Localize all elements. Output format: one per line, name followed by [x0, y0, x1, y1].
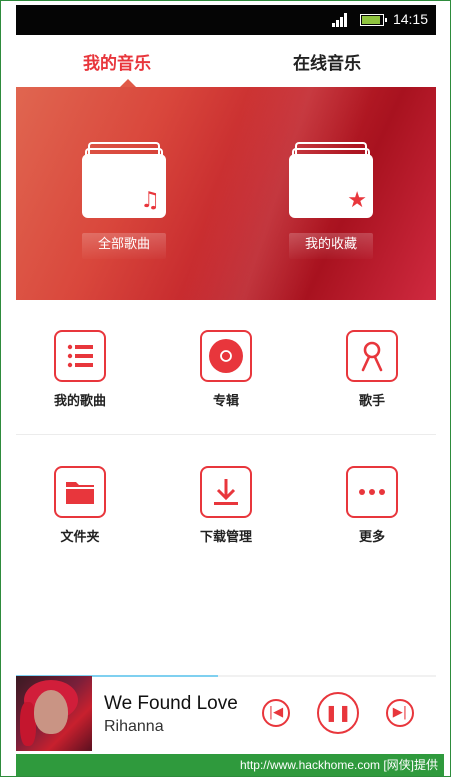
previous-icon: |◀ [268, 705, 284, 720]
grid-label: 歌手 [358, 394, 385, 409]
tab-bar: 我的音乐 在线音乐 [16, 35, 436, 87]
previous-button[interactable]: |◀ [262, 699, 290, 727]
favorites-card[interactable]: ★ [289, 142, 373, 234]
album-cover[interactable] [16, 676, 92, 751]
grid-label: 文件夹 [60, 530, 100, 545]
status-time: 14:15 [392, 11, 428, 27]
pause-icon: ❚❚ [324, 703, 352, 722]
song-title: We Found Love [104, 693, 238, 714]
tab-my-music[interactable]: 我的音乐 [83, 49, 151, 74]
watermark: http://www.hackhome.com [网侠]提供 [16, 754, 444, 776]
singer-icon [346, 330, 398, 382]
all-songs-label[interactable]: 全部歌曲 [82, 233, 166, 259]
grid-item-singers[interactable]: 歌手 [322, 330, 422, 409]
grid-label: 下载管理 [199, 530, 252, 545]
pause-button[interactable]: ❚❚ [317, 692, 359, 734]
banner: ♫ 全部歌曲 ★ 我的收藏 [16, 87, 436, 300]
grid-item-more[interactable]: 更多 [322, 466, 422, 545]
grid-label: 我的歌曲 [53, 394, 106, 409]
download-icon [200, 466, 252, 518]
next-icon: ▶| [392, 705, 408, 720]
all-songs-card[interactable]: ♫ [82, 142, 166, 234]
star-icon: ★ [347, 188, 367, 213]
list-icon [54, 330, 106, 382]
mini-player[interactable]: We Found Love Rihanna |◀ ❚❚ ▶| [16, 675, 436, 751]
music-note-icon: ♫ [140, 188, 160, 213]
favorites-label[interactable]: 我的收藏 [289, 233, 373, 259]
artist-name: Rihanna [104, 718, 164, 735]
grid-item-downloads[interactable]: 下载管理 [176, 466, 276, 545]
grid-divider [16, 434, 436, 435]
grid-label: 更多 [358, 530, 385, 545]
folder-icon [54, 466, 106, 518]
active-tab-pointer [120, 79, 136, 87]
grid-item-folders[interactable]: 文件夹 [30, 466, 130, 545]
signal-icon [332, 13, 348, 27]
battery-icon [360, 14, 387, 26]
disc-icon [200, 330, 252, 382]
grid-item-my-songs[interactable]: 我的歌曲 [30, 330, 130, 409]
tab-online-music[interactable]: 在线音乐 [293, 49, 361, 74]
grid-item-albums[interactable]: 专辑 [176, 330, 276, 409]
next-button[interactable]: ▶| [386, 699, 414, 727]
grid-label: 专辑 [212, 394, 239, 409]
more-icon [346, 466, 398, 518]
status-bar: 14:15 [16, 5, 436, 35]
